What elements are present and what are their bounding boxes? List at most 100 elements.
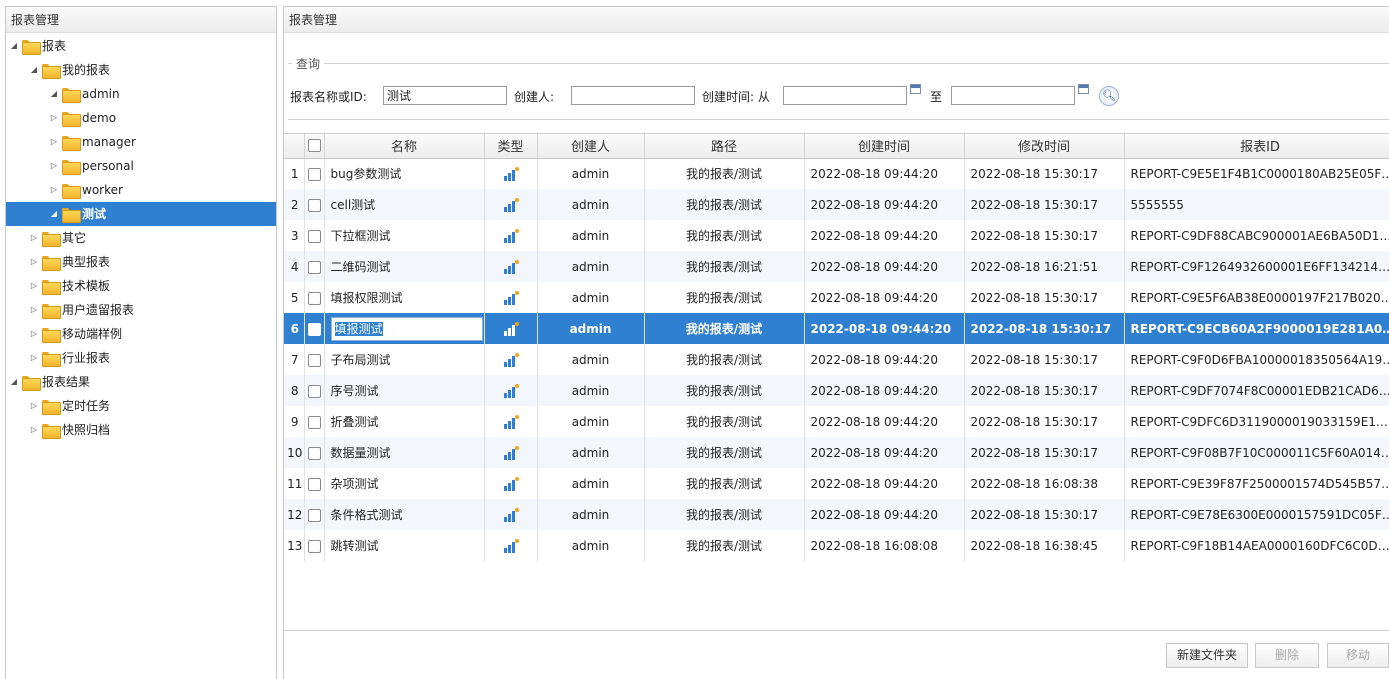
tree-collapse-icon[interactable]: ◢ xyxy=(49,202,59,226)
tree-expand-icon[interactable]: ▷ xyxy=(29,394,39,418)
row-checkbox[interactable] xyxy=(307,508,321,522)
row-checkbox[interactable] xyxy=(307,446,321,460)
column-header-modified[interactable]: 修改时间 xyxy=(964,134,1125,159)
column-header-type[interactable]: 类型 xyxy=(484,134,538,159)
tree-expand-icon[interactable]: ▷ xyxy=(49,106,59,130)
tree-node[interactable]: ▷ demo xyxy=(6,106,276,130)
tree-expand-icon[interactable]: ▷ xyxy=(49,154,59,178)
row-checkbox[interactable] xyxy=(307,167,321,181)
select-all-checkbox[interactable] xyxy=(307,139,321,153)
tree-node[interactable]: ◢ 测试 xyxy=(6,202,276,226)
tree-node[interactable]: ◢ admin xyxy=(6,82,276,106)
tree-node[interactable]: ▷ manager xyxy=(6,130,276,154)
tree-expand-icon[interactable]: ▷ xyxy=(29,298,39,322)
table-row[interactable]: 5 填报权限测试 admin 我的报表/测试 2022-08-18 09:44:20 20… xyxy=(284,282,1389,313)
row-select-cell[interactable] xyxy=(304,437,325,468)
column-header-created[interactable]: 创建时间 xyxy=(804,134,965,159)
row-checkbox[interactable] xyxy=(307,539,321,553)
name-cell[interactable]: 跳转测试 xyxy=(324,530,485,561)
row-checkbox[interactable] xyxy=(307,260,321,274)
table-row[interactable]: 6 填报测试 admin 我的报表/测试 2022-08-18 09:44:20 2022… xyxy=(284,313,1389,344)
column-header-creator[interactable]: 创建人 xyxy=(537,134,645,159)
row-select-cell[interactable] xyxy=(304,251,325,282)
name-cell[interactable]: 填报权限测试 xyxy=(324,282,485,313)
name-cell[interactable]: 序号测试 xyxy=(324,375,485,406)
tree-node[interactable]: ▷ 用户遗留报表 xyxy=(6,298,276,322)
calendar-icon[interactable] xyxy=(910,84,921,94)
table-row[interactable]: 4 二维码测试 admin 我的报表/测试 2022-08-18 09:44:20 202… xyxy=(284,251,1389,282)
row-select-cell[interactable] xyxy=(304,344,325,375)
table-row[interactable]: 11 杂项测试 admin 我的报表/测试 2022-08-18 09:44:20 202… xyxy=(284,468,1389,499)
tree-node[interactable]: ▷ worker xyxy=(6,178,276,202)
name-cell[interactable]: 折叠测试 xyxy=(324,406,485,437)
name-cell[interactable]: 填报测试 xyxy=(324,313,485,344)
column-header-path[interactable]: 路径 xyxy=(644,134,805,159)
table-row[interactable]: 9 折叠测试 admin 我的报表/测试 2022-08-18 09:44:20 2022… xyxy=(284,406,1389,437)
row-checkbox[interactable] xyxy=(307,198,321,212)
name-cell[interactable]: 条件格式测试 xyxy=(324,499,485,530)
table-row[interactable]: 1 bug参数测试 admin 我的报表/测试 2022-08-18 09:44:20 2… xyxy=(284,158,1389,189)
move-button[interactable]: 移动 xyxy=(1327,643,1389,668)
search-button[interactable]: 🔍︎ xyxy=(1099,86,1119,106)
row-select-cell[interactable] xyxy=(304,468,325,499)
tree-node[interactable]: ▷ personal xyxy=(6,154,276,178)
row-checkbox[interactable] xyxy=(307,229,321,243)
row-checkbox[interactable] xyxy=(307,291,321,305)
tree-expand-icon[interactable]: ▷ xyxy=(29,418,39,442)
tree-node[interactable]: ◢ 我的报表 xyxy=(6,58,276,82)
column-header-name[interactable]: 名称 xyxy=(324,134,485,159)
tree-node[interactable]: ◢ 报表 xyxy=(6,34,276,58)
tree-node[interactable]: ▷ 移动端样例 xyxy=(6,322,276,346)
tree-node[interactable]: ▷ 行业报表 xyxy=(6,346,276,370)
table-row[interactable]: 2 cell测试 admin 我的报表/测试 2022-08-18 09:44:20 20… xyxy=(284,189,1389,220)
select-all-header[interactable] xyxy=(304,134,325,159)
creator-input[interactable] xyxy=(571,86,695,105)
name-cell[interactable]: bug参数测试 xyxy=(324,158,485,189)
name-cell[interactable]: cell测试 xyxy=(324,189,485,220)
tree-expand-icon[interactable]: ▷ xyxy=(29,226,39,250)
tree-expand-icon[interactable]: ▷ xyxy=(29,322,39,346)
row-checkbox[interactable] xyxy=(307,322,321,336)
row-select-cell[interactable] xyxy=(304,530,325,561)
row-checkbox[interactable] xyxy=(307,384,321,398)
name-edit-input[interactable]: 填报测试 xyxy=(330,316,483,341)
column-header-report-id[interactable]: 报表ID xyxy=(1124,134,1389,159)
tree-expand-icon[interactable]: ▷ xyxy=(49,130,59,154)
calendar-icon[interactable] xyxy=(1078,84,1089,94)
table-row[interactable]: 10 数据量测试 admin 我的报表/测试 2022-08-18 09:44:20 20… xyxy=(284,437,1389,468)
tree-node[interactable]: ▷ 定时任务 xyxy=(6,394,276,418)
table-row[interactable]: 13 跳转测试 admin 我的报表/测试 2022-08-18 16:08:08 202… xyxy=(284,530,1389,561)
table-row[interactable]: 8 序号测试 admin 我的报表/测试 2022-08-18 09:44:20 2022… xyxy=(284,375,1389,406)
tree-node[interactable]: ▷ 技术模板 xyxy=(6,274,276,298)
row-select-cell[interactable] xyxy=(304,406,325,437)
name-or-id-input[interactable] xyxy=(383,86,507,105)
tree-node[interactable]: ▷ 其它 xyxy=(6,226,276,250)
tree-node[interactable]: ◢ 报表结果 xyxy=(6,370,276,394)
name-cell[interactable]: 数据量测试 xyxy=(324,437,485,468)
row-select-cell[interactable] xyxy=(304,375,325,406)
tree-collapse-icon[interactable]: ◢ xyxy=(9,370,19,394)
tree-collapse-icon[interactable]: ◢ xyxy=(49,82,59,106)
row-select-cell[interactable] xyxy=(304,189,325,220)
row-checkbox[interactable] xyxy=(307,415,321,429)
new-folder-button[interactable]: 新建文件夹 xyxy=(1166,643,1248,668)
tree-expand-icon[interactable]: ▷ xyxy=(29,346,39,370)
name-cell[interactable]: 子布局测试 xyxy=(324,344,485,375)
tree-node[interactable]: ▷ 快照归档 xyxy=(6,418,276,442)
delete-button[interactable]: 删除 xyxy=(1255,643,1319,668)
tree-collapse-icon[interactable]: ◢ xyxy=(9,34,19,58)
row-checkbox[interactable] xyxy=(307,353,321,367)
tree-expand-icon[interactable]: ▷ xyxy=(29,250,39,274)
row-select-cell[interactable] xyxy=(304,158,325,189)
created-from-input[interactable] xyxy=(783,86,907,105)
created-to-input[interactable] xyxy=(951,86,1075,105)
name-cell[interactable]: 下拉框测试 xyxy=(324,220,485,251)
row-select-cell[interactable] xyxy=(304,220,325,251)
row-select-cell[interactable] xyxy=(304,499,325,530)
row-checkbox[interactable] xyxy=(307,477,321,491)
row-select-cell[interactable] xyxy=(304,282,325,313)
name-cell[interactable]: 杂项测试 xyxy=(324,468,485,499)
row-select-cell[interactable] xyxy=(304,313,325,344)
tree-node[interactable]: ▷ 典型报表 xyxy=(6,250,276,274)
tree-expand-icon[interactable]: ▷ xyxy=(49,178,59,202)
